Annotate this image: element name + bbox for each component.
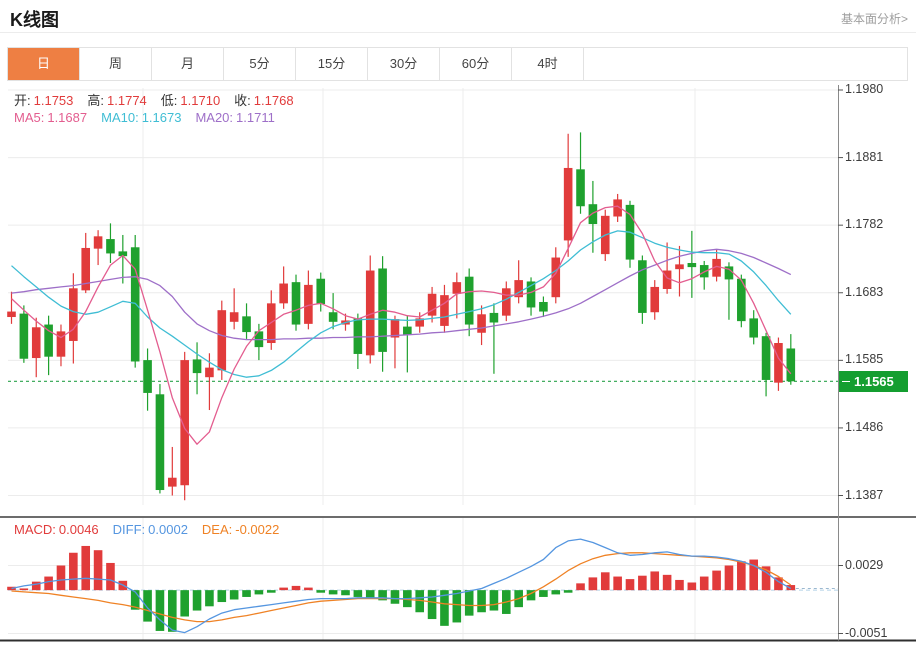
ma-legend-item: MA10:1.1673 xyxy=(101,110,181,125)
ohlc-legend-item: 开:1.1753 xyxy=(14,93,73,108)
legend-label: 高: xyxy=(87,93,104,108)
price-axis-label: 1.1881 xyxy=(845,150,883,164)
kline-page: K线图 基本面分析> 日周月5分15分30分60分4时 开:1.1753高:1.… xyxy=(0,0,916,648)
price-axis-label: 1.1486 xyxy=(845,420,883,434)
legend-value: 0.0002 xyxy=(148,522,188,537)
legend-label: DEA: xyxy=(202,522,232,537)
legend-label: 低: xyxy=(161,93,178,108)
legend-value: 1.1774 xyxy=(107,93,147,108)
legend-value: 1.1711 xyxy=(236,110,275,125)
ma-legend: MA5:1.1687 MA10:1.1673 MA20:1.1711 xyxy=(14,110,289,125)
legend-label: 收: xyxy=(234,93,251,108)
ma-legend-item: MA20:1.1711 xyxy=(195,110,274,125)
price-axis-label: 1.1782 xyxy=(845,217,883,231)
legend-value: 1.1687 xyxy=(47,110,87,125)
legend-label: MA20: xyxy=(195,110,233,125)
legend-label: DIFF: xyxy=(113,522,146,537)
ohlc-legend: 开:1.1753 高:1.1774 低:1.1710 收:1.1768 xyxy=(14,90,308,109)
ohlc-legend-item: 高:1.1774 xyxy=(87,93,146,108)
ma-legend-item: MA5:1.1687 xyxy=(14,110,87,125)
legend-value: 1.1753 xyxy=(34,93,74,108)
legend-label: MA5: xyxy=(14,110,44,125)
price-axis-label: 1.1585 xyxy=(845,352,883,366)
macd-axis-label: -0.0051 xyxy=(845,626,887,640)
legend-label: MACD: xyxy=(14,522,56,537)
macd-legend-item: DIFF:0.0002 xyxy=(113,522,188,537)
current-price-badge: 1.1565 xyxy=(839,371,908,392)
legend-label: MA10: xyxy=(101,110,139,125)
ohlc-legend-item: 收:1.1768 xyxy=(234,93,293,108)
ohlc-legend-item: 低:1.1710 xyxy=(161,93,220,108)
legend-label: 开: xyxy=(14,93,31,108)
macd-legend-item: DEA:-0.0022 xyxy=(202,522,279,537)
macd-legend: MACD:0.0046 DIFF:0.0002 DEA:-0.0022 xyxy=(14,522,293,537)
macd-axis-label: 0.0029 xyxy=(845,558,883,572)
legend-value: -0.0022 xyxy=(235,522,279,537)
legend-value: 1.1768 xyxy=(254,93,294,108)
price-axis-label: 1.1683 xyxy=(845,285,883,299)
macd-legend-item: MACD:0.0046 xyxy=(14,522,99,537)
legend-value: 0.0046 xyxy=(59,522,99,537)
legend-value: 1.1673 xyxy=(142,110,182,125)
price-axis-label: 1.1387 xyxy=(845,488,883,502)
price-axis-label: 1.1980 xyxy=(845,82,883,96)
legend-value: 1.1710 xyxy=(180,93,220,108)
